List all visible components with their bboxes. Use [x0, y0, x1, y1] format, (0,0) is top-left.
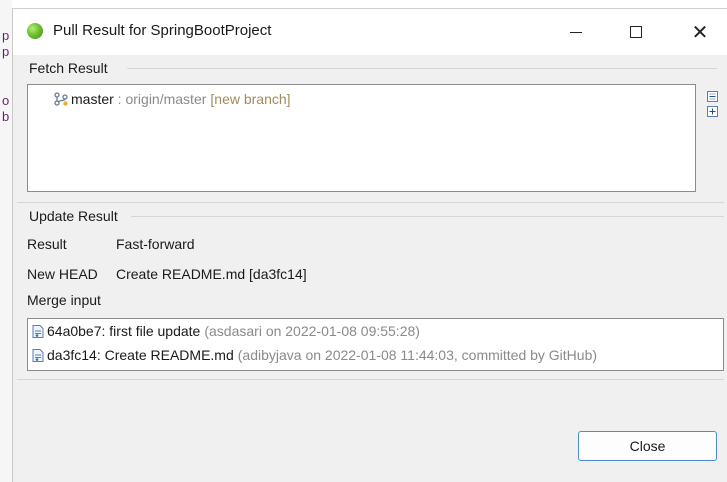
commit-icon [32, 324, 44, 338]
editor-background-strip: p p o b [0, 0, 12, 482]
window-title: Pull Result for SpringBootProject [53, 22, 272, 39]
editor-char: b [2, 109, 10, 124]
commit-row[interactable]: da3fc14: Create README.md (adibyjava on … [32, 347, 597, 363]
section-divider [17, 202, 724, 203]
result-value: Fast-forward [116, 236, 195, 252]
commit-message: da3fc14: Create README.md [47, 347, 234, 363]
window-close-button[interactable]: ✕ [677, 9, 723, 55]
minimize-button[interactable] [553, 9, 599, 55]
result-row: Result Fast-forward [27, 236, 195, 252]
result-key: Result [27, 236, 67, 252]
fetch-result-label: Fetch Result [29, 60, 108, 76]
minimize-icon [570, 31, 582, 33]
title-bar[interactable]: Pull Result for SpringBootProject ✕ [13, 9, 727, 55]
editor-char: p [2, 28, 10, 43]
branch-status: [new branch] [210, 91, 291, 107]
maximize-icon [630, 26, 642, 38]
button-bar-divider [17, 379, 724, 380]
collapse-all-icon[interactable] [707, 91, 718, 102]
new-head-value: Create README.md [da3fc14] [116, 266, 307, 282]
pull-result-dialog: Pull Result for SpringBootProject ✕ Fetc… [12, 8, 727, 482]
close-button[interactable]: Close [578, 431, 717, 461]
commit-meta: (asdasari on 2022-01-08 09:55:28) [204, 323, 420, 339]
editor-char: p [2, 44, 10, 59]
commit-icon [32, 348, 44, 362]
close-icon: ✕ [691, 20, 709, 44]
update-result-divider [131, 216, 724, 217]
merge-input-label: Merge input [27, 292, 101, 308]
fetch-result-tree[interactable]: master : origin/master [new branch] [27, 84, 696, 192]
expand-all-icon[interactable] [707, 106, 718, 117]
spring-app-icon [27, 23, 43, 39]
maximize-button[interactable] [613, 9, 659, 55]
branch-icon [54, 92, 68, 106]
new-head-row: New HEAD Create README.md [da3fc14] [27, 266, 307, 282]
fetch-result-divider [127, 68, 717, 69]
tree-row-master[interactable]: master : origin/master [new branch] [54, 91, 291, 107]
commit-row[interactable]: 64a0be7: first file update (asdasari on … [32, 323, 420, 339]
remote-branch: origin/master [125, 91, 207, 107]
update-result-label: Update Result [29, 208, 118, 224]
editor-char: o [2, 93, 10, 108]
new-head-key: New HEAD [27, 266, 98, 282]
branch-name: master [71, 91, 114, 107]
commit-meta: (adibyjava on 2022-01-08 11:44:03, commi… [237, 347, 598, 363]
commit-message: 64a0be7: first file update [47, 323, 201, 339]
merge-input-list[interactable]: 64a0be7: first file update (asdasari on … [27, 318, 724, 371]
branch-separator: : [113, 91, 126, 107]
